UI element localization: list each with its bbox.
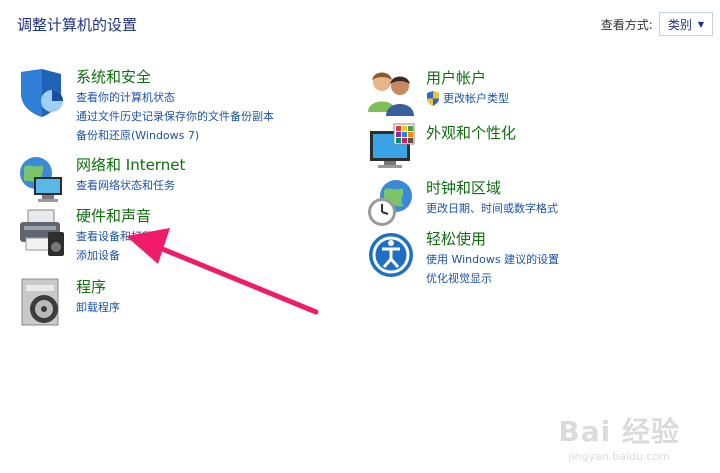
category-title[interactable]: 系统和安全 xyxy=(76,67,274,87)
link-recommended-settings[interactable]: 使用 Windows 建议的设置 xyxy=(426,250,559,269)
category-title[interactable]: 轻松使用 xyxy=(426,229,559,249)
category-title[interactable]: 硬件和声音 xyxy=(76,206,164,226)
category-title[interactable]: 时钟和区域 xyxy=(426,178,558,198)
network-globe-icon xyxy=(20,157,62,202)
page-title: 调整计算机的设置 xyxy=(17,16,138,34)
uac-shield-icon xyxy=(427,91,439,106)
category-clock-region: 时钟和区域 更改日期、时间或数字格式 xyxy=(366,178,558,230)
category-user-accounts: 用户帐户 更改帐户类型 xyxy=(366,68,509,120)
category-system-security: 系统和安全 查看你的计算机状态 通过文件历史记录保存你的文件备份副本 备份和还原… xyxy=(16,67,274,145)
monitor-palette-icon xyxy=(370,123,415,168)
clock-globe-icon xyxy=(368,180,412,226)
shield-icon xyxy=(21,69,63,117)
link-optimize-display[interactable]: 优化视觉显示 xyxy=(426,269,559,288)
view-by-control: 查看方式: 类别 ▼ xyxy=(601,12,713,36)
ease-of-access-icon xyxy=(369,233,413,277)
users-icon xyxy=(368,72,414,116)
category-appearance: 外观和个性化 xyxy=(366,123,516,175)
link-add-device[interactable]: 添加设备 xyxy=(76,246,164,265)
link-change-account-type[interactable]: 更改帐户类型 xyxy=(443,89,509,108)
link-devices-printers[interactable]: 查看设备和打印机 xyxy=(76,227,164,246)
watermark-logo: Bai 经验 xyxy=(558,415,680,448)
category-network: 网络和 Internet 查看网络状态和任务 xyxy=(16,155,185,207)
watermark-url: jingyan.baidu.com xyxy=(568,450,670,463)
chevron-down-icon: ▼ xyxy=(697,19,704,29)
category-title[interactable]: 用户帐户 xyxy=(426,68,509,88)
category-title[interactable]: 外观和个性化 xyxy=(426,123,516,143)
link-file-history[interactable]: 通过文件历史记录保存你的文件备份副本 xyxy=(76,107,274,126)
view-by-dropdown[interactable]: 类别 ▼ xyxy=(658,12,713,36)
link-view-computer-status[interactable]: 查看你的计算机状态 xyxy=(76,88,274,107)
category-programs: 程序 卸载程序 xyxy=(16,277,120,329)
link-uninstall-program[interactable]: 卸载程序 xyxy=(76,298,120,317)
printer-speaker-icon xyxy=(20,209,64,256)
category-hardware-sound: 硬件和声音 查看设备和打印机 添加设备 xyxy=(16,206,164,265)
watermark: Bai 经验 jingyan.baidu.com xyxy=(558,410,680,463)
view-by-value: 类别 xyxy=(667,17,692,32)
category-ease-of-access: 轻松使用 使用 Windows 建议的设置 优化视觉显示 xyxy=(366,229,559,288)
link-network-status[interactable]: 查看网络状态和任务 xyxy=(76,176,185,195)
link-backup-restore[interactable]: 备份和还原(Windows 7) xyxy=(76,126,274,145)
category-title[interactable]: 网络和 Internet xyxy=(76,155,185,175)
link-change-date-time[interactable]: 更改日期、时间或数字格式 xyxy=(426,199,558,218)
view-by-label: 查看方式: xyxy=(600,17,653,32)
category-title[interactable]: 程序 xyxy=(76,277,120,297)
programs-disc-icon xyxy=(21,278,59,326)
